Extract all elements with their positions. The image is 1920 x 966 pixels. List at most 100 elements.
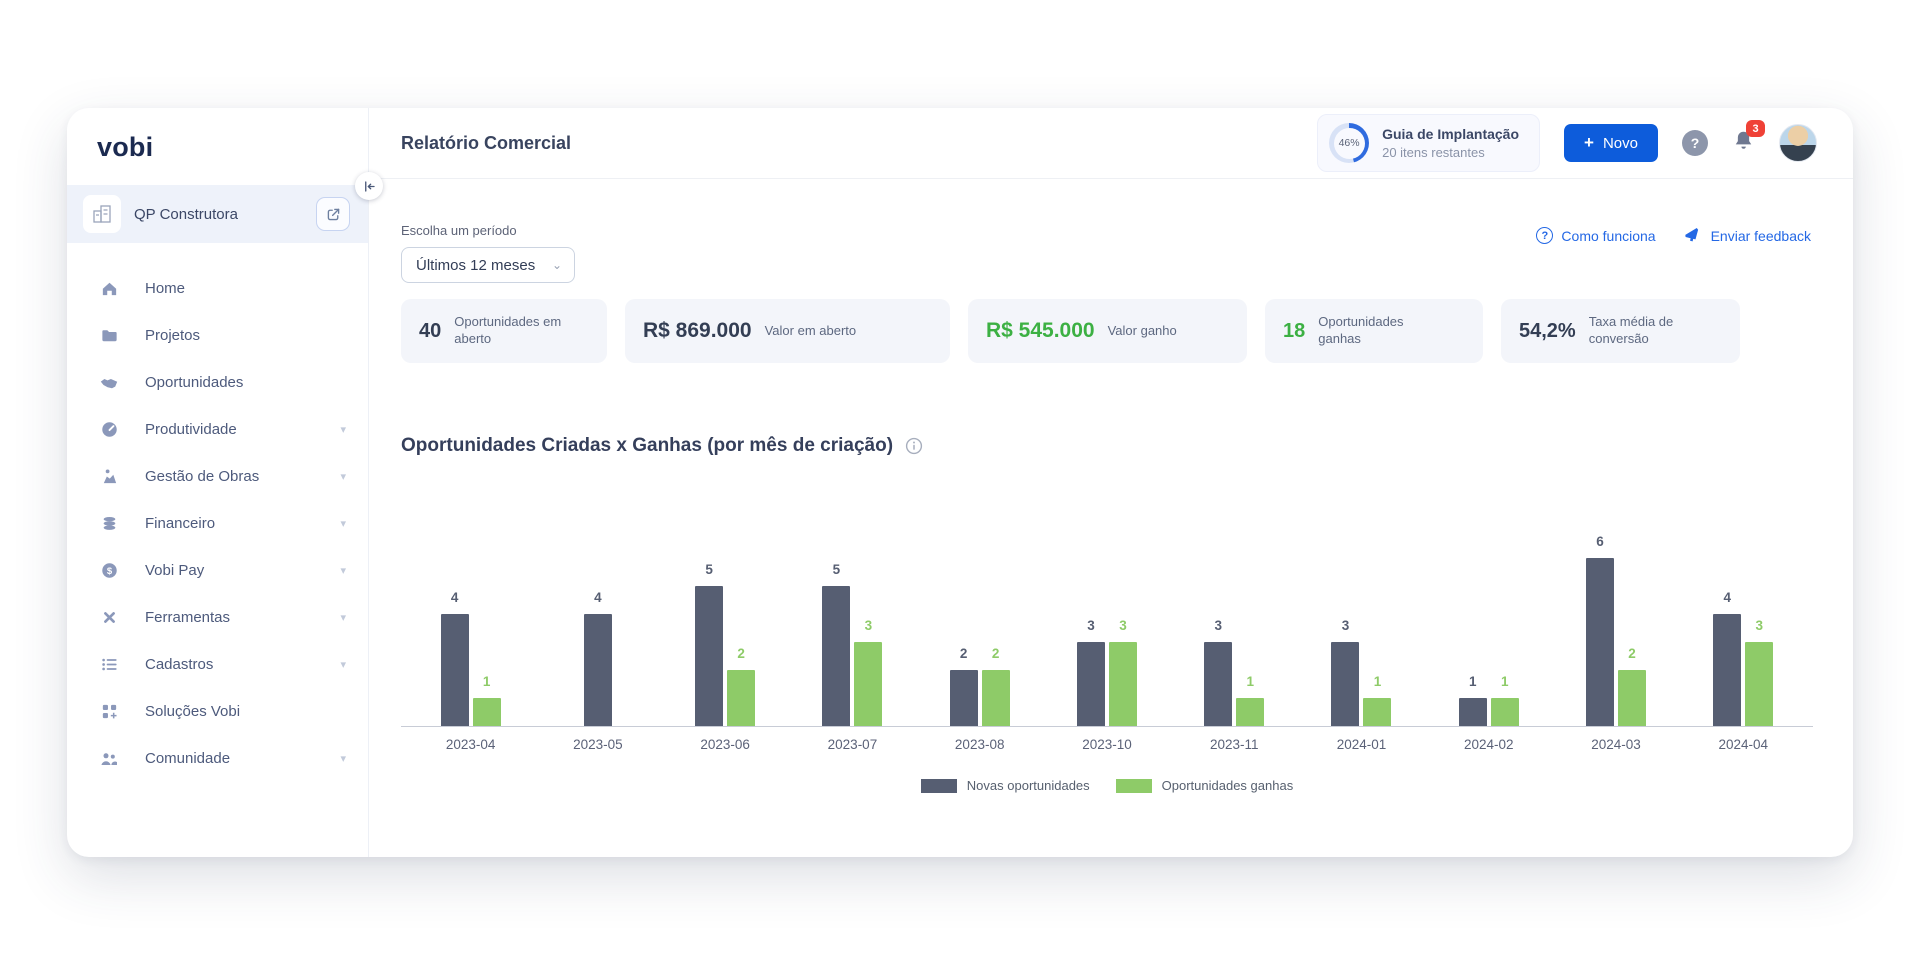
kpi-value: R$ 869.000	[643, 319, 752, 342]
progress-percent: 46%	[1333, 127, 1365, 159]
dollar-circle-icon: $	[98, 561, 120, 580]
kpi-value: 18	[1283, 319, 1306, 342]
company-logo-icon	[83, 195, 121, 233]
implementation-guide-widget[interactable]: 46% Guia de Implantação 20 itens restant…	[1317, 114, 1541, 172]
sidebar-item-label: Projetos	[145, 327, 201, 344]
workspace-name: QP Construtora	[134, 205, 238, 223]
sidebar-item-label: Oportunidades	[145, 374, 244, 391]
period-select[interactable]: Últimos 12 meses	[401, 247, 575, 283]
chevron-down-icon	[340, 611, 346, 624]
kpi-label: Valor em aberto	[764, 322, 857, 338]
bar-value-label: 2	[1628, 646, 1636, 661]
sidebar-item-label: Ferramentas	[145, 609, 231, 626]
bar-value-label: 3	[1087, 618, 1095, 633]
app-window: vobi QP Construtora Home Projetos Oportuni…	[67, 108, 1853, 857]
gauge-icon	[98, 420, 120, 439]
bar-group-2024-01: 31	[1298, 537, 1425, 726]
bar-novas-oportunidades-2023-04: 4	[440, 590, 469, 726]
x-tick-label: 2024-02	[1463, 737, 1514, 752]
kpi-card-valor-em-aberto: R$ 869.000 Valor em aberto	[625, 299, 950, 363]
notifications-button[interactable]: 3	[1732, 120, 1765, 157]
x-tick-label: 2024-04	[1718, 737, 1769, 752]
bar-novas-oportunidades-2023-10: 3	[1076, 618, 1105, 726]
topbar: Relatório Comercial 46% Guia de Implanta…	[369, 108, 1853, 179]
legend-label: Oportunidades ganhas	[1161, 778, 1294, 793]
bar-oportunidades-ganhas-2024-04: 3	[1745, 618, 1774, 726]
bar-value-label: 3	[1214, 618, 1222, 633]
chevron-down-icon	[340, 752, 346, 765]
bar-novas-oportunidades-2023-08: 2	[949, 646, 978, 726]
report-content: Escolha um período Últimos 12 meses Como…	[369, 179, 1853, 857]
x-axis-labels: 2023-04 2023-05 2023-06 2023-07 2023-08 2023-…	[401, 737, 1813, 752]
bar-value-label: 3	[864, 618, 873, 633]
bar-value-label: 2	[737, 646, 745, 661]
kpi-label: Oportunidades ganhas	[1318, 314, 1404, 346]
how-it-works-link[interactable]: Como funciona	[1536, 227, 1656, 244]
sidebar-item-ferramentas[interactable]: Ferramentas	[67, 594, 368, 641]
bar-value-label: 4	[1723, 590, 1732, 605]
bar-oportunidades-ganhas-2023-11: 1	[1236, 674, 1265, 726]
sidebar-collapse-button[interactable]	[355, 172, 383, 200]
x-tick-label: 2024-01	[1336, 737, 1387, 752]
bar-oportunidades-ganhas-2023-10: 3	[1108, 618, 1137, 726]
chevron-down-icon	[552, 258, 562, 272]
tools-icon	[98, 608, 120, 627]
chart-title: Oportunidades Criadas x Ganhas (por mês …	[401, 435, 894, 456]
chevron-down-icon	[340, 517, 346, 530]
bar-value-label: 1	[1500, 674, 1509, 689]
external-link-icon[interactable]	[316, 197, 350, 231]
bar-oportunidades-ganhas-2024-03: 2	[1618, 646, 1647, 726]
svg-text:$: $	[106, 566, 112, 577]
handshake-icon	[98, 373, 120, 393]
user-avatar[interactable]	[1779, 124, 1817, 162]
sidebar-item-projetos[interactable]: Projetos	[67, 312, 368, 359]
kpi-card-oportunidades-ganhas: 18 Oportunidades ganhas	[1265, 299, 1483, 363]
kpi-cards: 40 Oportunidades em aberto R$ 869.000 Valor…	[401, 299, 1813, 363]
question-circle-icon	[1536, 227, 1554, 244]
bar-value-label: 1	[1468, 674, 1477, 689]
legend-swatch	[920, 778, 957, 793]
chevron-down-icon	[340, 423, 346, 436]
bar-novas-oportunidades-2024-01: 3	[1331, 618, 1360, 726]
x-tick-label: 2024-03	[1591, 737, 1641, 752]
sidebar-item-cadastros[interactable]: Cadastros	[67, 641, 368, 688]
bar-group-2023-06: 52	[662, 537, 789, 726]
sidebar-item-gestao-de-obras[interactable]: Gestão de Obras	[67, 453, 368, 500]
sidebar-item-oportunidades[interactable]: Oportunidades	[67, 359, 368, 406]
bar-value-label: 4	[450, 590, 459, 605]
list-icon	[98, 655, 120, 674]
plus-icon	[1584, 133, 1594, 153]
chevron-down-icon	[340, 658, 346, 671]
bar-novas-oportunidades-2024-03: 6	[1586, 534, 1615, 726]
sidebar-item-financeiro[interactable]: Financeiro	[67, 500, 368, 547]
kpi-card-oportunidades-em-aberto: 40 Oportunidades em aberto	[401, 299, 607, 363]
legend-swatch	[1115, 778, 1152, 793]
notification-badge: 3	[1746, 120, 1765, 137]
bar-novas-oportunidades-2023-07: 5	[822, 562, 851, 726]
sidebar-item-home[interactable]: Home	[67, 265, 368, 312]
send-feedback-link[interactable]: Enviar feedback	[1684, 227, 1811, 244]
info-icon	[905, 437, 923, 455]
bar-novas-oportunidades-2023-11: 3	[1204, 618, 1233, 726]
sidebar-item-label: Produtividade	[145, 421, 237, 438]
progress-ring: 46%	[1329, 123, 1370, 163]
new-button[interactable]: Novo	[1564, 124, 1658, 162]
workspace-switcher[interactable]: QP Construtora	[67, 185, 368, 243]
x-tick-label: 2023-06	[700, 737, 750, 752]
megaphone-icon	[1684, 227, 1698, 242]
bar-value-label: 4	[594, 590, 602, 605]
people-icon	[98, 749, 120, 769]
sidebar-item-produtividade[interactable]: Produtividade	[67, 406, 368, 453]
sidebar-item-solucoes-vobi[interactable]: Soluções Vobi	[67, 688, 368, 735]
period-select-value: Últimos 12 meses	[416, 256, 536, 274]
sidebar-item-label: Cadastros	[145, 656, 214, 673]
help-icon[interactable]	[1682, 130, 1708, 156]
bar-group-2024-03: 62	[1552, 534, 1679, 726]
chevron-down-icon	[340, 470, 346, 483]
x-tick-label: 2023-07	[827, 737, 878, 752]
sidebar-menu: Home Projetos Oportunidades Produtividade Ge…	[67, 265, 368, 782]
legend-item-novas-oportunidades: Novas oportunidades	[920, 778, 1090, 793]
sidebar-item-vobi-pay[interactable]: $ Vobi Pay	[67, 547, 368, 594]
new-button-label: Novo	[1602, 134, 1638, 152]
sidebar-item-comunidade[interactable]: Comunidade	[67, 735, 368, 782]
